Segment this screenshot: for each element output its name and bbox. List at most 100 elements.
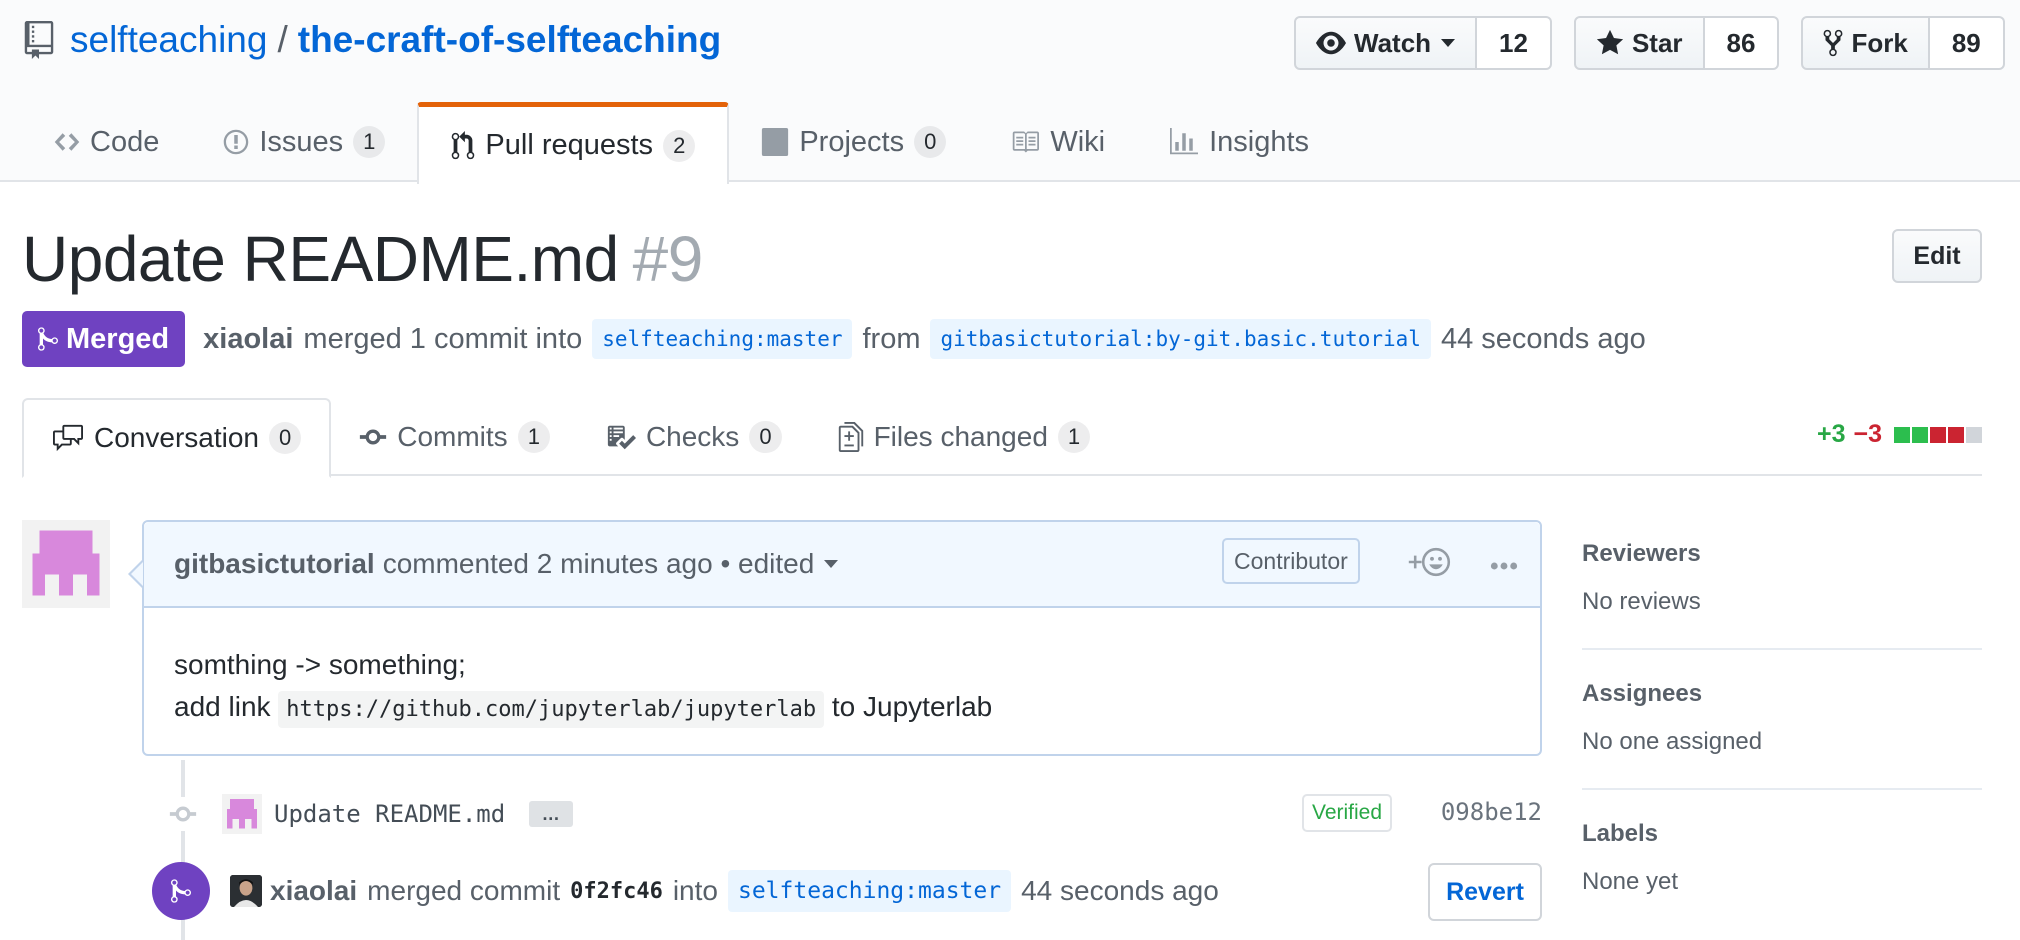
timeline-commit: Update README.md … Verified 098be12 <box>166 788 1542 840</box>
merge-base-branch[interactable]: selfteaching:master <box>727 870 1012 912</box>
kebab-horizontal-icon[interactable] <box>1490 546 1518 578</box>
git-commit-icon <box>166 797 200 831</box>
nav-insights-label: Insights <box>1209 125 1310 158</box>
watch-button[interactable]: Watch <box>1294 16 1478 70</box>
assignees-value: No one assigned <box>1582 728 1763 755</box>
base-branch[interactable]: selfteaching:master <box>592 319 853 359</box>
chevron-down-icon[interactable] <box>824 560 839 568</box>
star-count[interactable]: 86 <box>1704 16 1780 70</box>
nav-pull-requests[interactable]: Pull requests 2 <box>417 102 730 184</box>
diffstat-block-added <box>1894 426 1910 443</box>
merger-link[interactable]: xiaolai <box>203 323 293 356</box>
pr-title: Update README.md #9 <box>22 222 703 296</box>
avatar[interactable] <box>230 875 262 907</box>
verified-badge[interactable]: Verified <box>1302 794 1393 832</box>
tab-files-label: Files changed <box>873 421 1048 452</box>
tab-conversation[interactable]: Conversation 0 <box>22 398 332 478</box>
diffstat-blocks <box>1892 426 1982 443</box>
sidebar-labels: Labels None yet <box>1582 820 1982 928</box>
repo-icon <box>24 21 54 59</box>
issue-icon <box>224 129 249 155</box>
book-icon <box>1013 131 1040 153</box>
graph-icon <box>1170 128 1199 155</box>
star-button[interactable]: Star <box>1573 16 1705 70</box>
nav-code[interactable]: Code <box>22 102 191 182</box>
nav-issues-count: 1 <box>353 126 386 158</box>
head-branch[interactable]: gitbasictutorial:by-git.basic.tutorial <box>930 319 1431 359</box>
diffstat-block-removed <box>1948 426 1964 443</box>
nav-wiki[interactable]: Wiki <box>978 102 1137 182</box>
nav-projects-count: 0 <box>914 126 947 158</box>
fork-label: Fork <box>1851 27 1908 58</box>
nav-wiki-label: Wiki <box>1050 125 1106 158</box>
star-label: Star <box>1631 27 1683 58</box>
add-reaction-button[interactable] <box>1402 546 1454 578</box>
fork-button[interactable]: Fork <box>1801 16 1930 70</box>
tab-checks-label: Checks <box>645 421 740 452</box>
git-commit-icon <box>360 429 387 445</box>
nav-pulls-label: Pull requests <box>485 129 654 161</box>
watch-group: Watch 12 <box>1294 16 1552 70</box>
reviewers-heading[interactable]: Reviewers <box>1582 540 1982 568</box>
contributor-label: Contributor <box>1222 538 1360 584</box>
pr-meta: Merged xiaolai merged 1 commit into self… <box>22 311 1646 367</box>
comment-line-2: add link https://github.com/jupyterlab/j… <box>174 686 1510 731</box>
merge-author-link[interactable]: xiaolai <box>270 875 357 907</box>
tab-checks[interactable]: Checks 0 <box>578 398 810 476</box>
repo-name-link[interactable]: the-craft-of-selfteaching <box>298 19 721 61</box>
commit-sha-link[interactable]: 098be12 <box>1441 798 1542 826</box>
timeline-merge-event: xiaolai merged commit 0f2fc46 into selft… <box>152 860 1542 922</box>
project-icon <box>762 128 789 156</box>
reviewers-value: No reviews <box>1582 588 1701 615</box>
checklist-icon <box>607 425 636 450</box>
tab-checks-count: 0 <box>749 421 782 453</box>
tab-commits-count: 1 <box>517 421 550 453</box>
fork-count[interactable]: 89 <box>1929 16 2005 70</box>
comment-edited-dropdown[interactable]: • edited <box>720 548 814 580</box>
tab-commits-label: Commits <box>397 421 508 452</box>
avatar[interactable] <box>22 520 110 608</box>
tab-commits[interactable]: Commits 1 <box>331 398 578 476</box>
labels-heading[interactable]: Labels <box>1582 820 1982 848</box>
assignees-heading[interactable]: Assignees <box>1582 680 1982 708</box>
fork-group: Fork 89 <box>1801 16 2005 70</box>
nav-projects[interactable]: Projects 0 <box>729 102 978 182</box>
nav-issues[interactable]: Issues 1 <box>191 102 417 182</box>
sidebar-reviewers: Reviewers No reviews <box>1582 540 1982 650</box>
comment-code-link[interactable]: https://github.com/jupyterlab/jupyterlab <box>278 691 825 728</box>
comment-action: commented <box>382 548 529 579</box>
merged-time: 44 seconds ago <box>1440 322 1646 355</box>
commit-message-link[interactable]: Update README.md <box>274 800 505 828</box>
tab-files-changed[interactable]: Files changed 1 <box>810 398 1119 476</box>
merge-into: into <box>672 875 718 906</box>
smiley-icon <box>1408 547 1451 577</box>
watch-label: Watch <box>1354 27 1432 58</box>
avatar[interactable] <box>222 794 262 834</box>
star-group: Star 86 <box>1573 16 1780 70</box>
watch-count[interactable]: 12 <box>1477 16 1552 70</box>
merge-sha-link[interactable]: 0f2fc46 <box>570 879 663 904</box>
merge-action: merged commit <box>367 875 561 906</box>
repo-actions: Watch 12 Star 86 Fork 89 <box>1294 16 2005 70</box>
repo-owner-link[interactable]: selfteaching <box>70 19 267 61</box>
edit-button[interactable]: Edit <box>1892 229 1982 283</box>
comment-time-link[interactable]: 2 minutes ago <box>537 548 713 580</box>
comment-author-link[interactable]: gitbasictutorial <box>174 548 375 580</box>
tab-conversation-label: Conversation <box>94 422 259 453</box>
identicon <box>22 520 110 608</box>
pr-title-text: Update README.md <box>22 223 619 295</box>
revert-button[interactable]: Revert <box>1428 863 1542 921</box>
repo-header: selfteaching / the-craft-of-selfteaching… <box>0 0 2020 184</box>
pull-request-icon <box>452 130 475 159</box>
diffstat-deletions: −3 <box>1853 420 1882 448</box>
diffstat-additions: +3 <box>1816 420 1846 448</box>
merge-time: 44 seconds ago <box>1021 875 1219 906</box>
diffstat-block-neutral <box>1966 426 1982 443</box>
pr-number: #9 <box>632 223 704 295</box>
comment-line-1: somthing -> something; <box>174 649 466 680</box>
tab-conversation-count: 0 <box>268 422 302 454</box>
expand-commit-button[interactable]: … <box>529 801 574 827</box>
tab-files-count: 1 <box>1057 421 1091 453</box>
nav-insights[interactable]: Insights <box>1137 102 1341 182</box>
repo-nav: Code Issues 1 Pull requests 2 Projects 0 <box>22 102 1341 184</box>
